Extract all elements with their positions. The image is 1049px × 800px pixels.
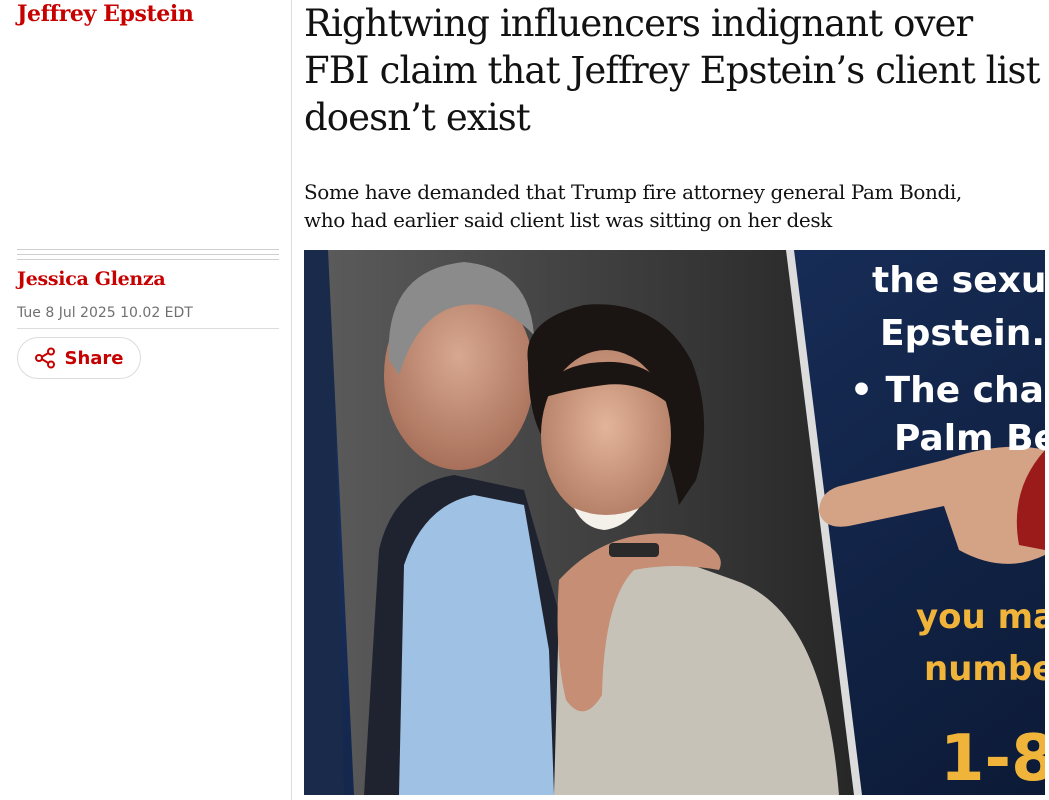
meta-rules — [17, 249, 279, 264]
poster-text-line: • The charg — [850, 370, 1045, 411]
meta-divider — [17, 328, 279, 329]
poster-text-line: 1-8 — [940, 722, 1045, 795]
section-tag-link[interactable]: Jeffrey Epstein — [17, 0, 194, 28]
main-media-photo: the sexual Epstein. • The charg Palm Be … — [304, 250, 1045, 795]
poster-text-line: Palm Be — [894, 418, 1045, 459]
share-label: Share — [64, 347, 124, 369]
meta-rule-line — [17, 254, 279, 255]
column-divider — [291, 0, 292, 800]
publish-date: Tue 8 Jul 2025 10.02 EDT — [17, 305, 193, 321]
meta-rule-line — [17, 259, 279, 260]
article-standfirst: Some have demanded that Trump fire attor… — [304, 180, 962, 232]
poster-text-line: you ma — [916, 597, 1045, 637]
meta-rule-line — [17, 249, 279, 250]
share-icon — [34, 347, 56, 369]
share-button[interactable]: Share — [17, 337, 141, 379]
article-headline: Rightwing influencers indignant over FBI… — [304, 2, 1040, 139]
poster-text-line: numbe — [924, 649, 1045, 689]
photo-illustration: the sexual Epstein. • The charg Palm Be … — [304, 250, 1045, 795]
poster-text-line: the sexual — [872, 260, 1045, 301]
article-meta-column: Jeffrey Epstein Jessica Glenza Tue 8 Jul… — [0, 0, 292, 800]
byline-author-link[interactable]: Jessica Glenza — [17, 267, 166, 291]
poster-text-line: Epstein. — [880, 313, 1045, 354]
